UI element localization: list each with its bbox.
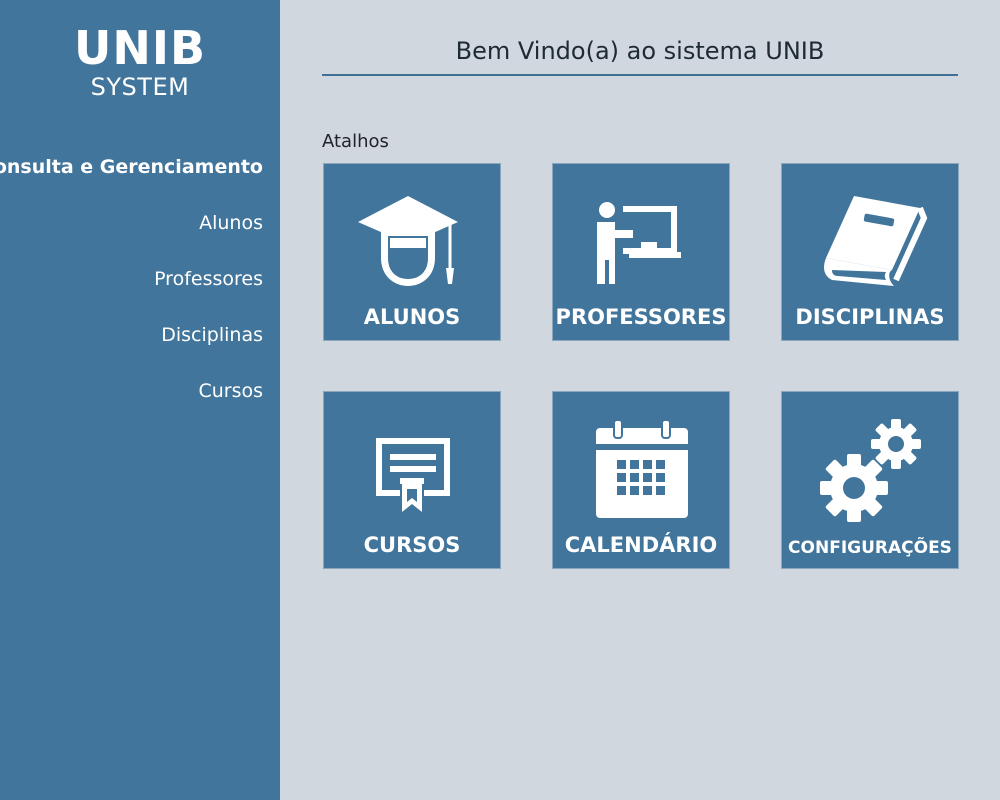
sidebar-item-disciplinas[interactable]: Disciplinas bbox=[161, 321, 263, 349]
sidebar-item-professores[interactable]: Professores bbox=[154, 265, 263, 293]
brand-subtitle: SYSTEM bbox=[90, 73, 190, 101]
tile-cursos-label: CURSOS bbox=[363, 533, 461, 557]
tile-disciplinas[interactable]: DISCIPLINAS bbox=[781, 163, 959, 341]
tile-calendario-label: CALENDÁRIO bbox=[564, 533, 718, 557]
title-divider bbox=[322, 74, 958, 76]
sidebar-section-title: Consulta e Gerenciamento bbox=[0, 156, 263, 178]
tile-calendario[interactable]: CALENDÁRIO bbox=[552, 391, 730, 569]
shortcuts-label: Atalhos bbox=[322, 131, 389, 152]
tile-alunos[interactable]: ALUNOS bbox=[323, 163, 501, 341]
sidebar-item-cursos[interactable]: Cursos bbox=[198, 377, 263, 405]
page-title: Bem Vindo(a) ao sistema UNIB bbox=[455, 37, 825, 65]
tile-cursos[interactable]: CURSOS bbox=[323, 391, 501, 569]
tile-professores[interactable]: PROFESSORES bbox=[552, 163, 730, 341]
brand-title: UNIB bbox=[73, 21, 207, 75]
tile-alunos-label: ALUNOS bbox=[363, 305, 461, 329]
tile-configuracoes-label: CONFIGURAÇÕES bbox=[788, 538, 952, 558]
tile-disciplinas-label: DISCIPLINAS bbox=[795, 305, 945, 329]
tile-professores-label: PROFESSORES bbox=[555, 305, 727, 329]
tile-configuracoes[interactable]: CONFIGURAÇÕES bbox=[781, 391, 959, 569]
sidebar: UNIB SYSTEM Consulta e Gerenciamento Alu… bbox=[0, 0, 280, 800]
sidebar-item-alunos[interactable]: Alunos bbox=[199, 209, 263, 237]
